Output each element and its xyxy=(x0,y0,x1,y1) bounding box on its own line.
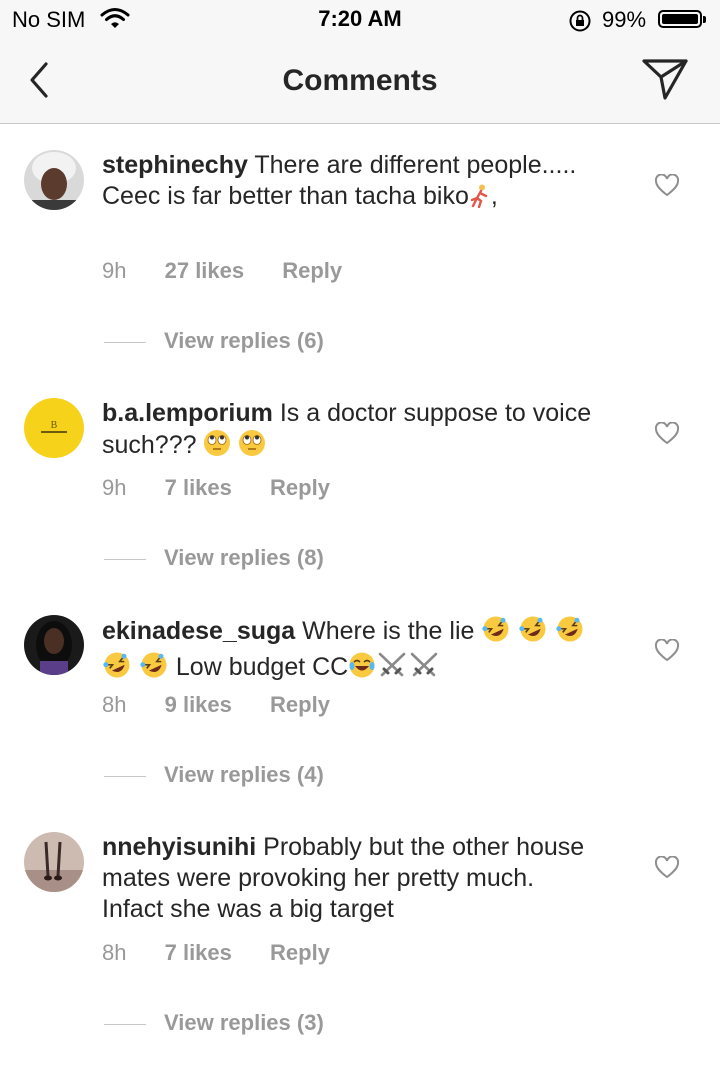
eye-roll-emoji-icon xyxy=(238,429,266,465)
battery-icon xyxy=(658,10,706,28)
comment-text: stephinechy There are different people..… xyxy=(102,150,602,216)
view-replies-label: View replies (3) xyxy=(164,1010,324,1035)
page-title: Comments xyxy=(282,64,438,97)
battery-percent: 99% xyxy=(602,7,647,32)
status-bar: No SIM 7:20 AM 99% xyxy=(0,0,720,40)
divider-line xyxy=(104,775,146,777)
comment-time: 9h xyxy=(102,258,127,283)
divider-line xyxy=(104,1023,146,1025)
view-replies-label: View replies (4) xyxy=(164,762,324,787)
divider-line xyxy=(104,341,146,343)
tears-of-joy-emoji-icon xyxy=(348,651,376,687)
comment-body: Where is the lie xyxy=(302,617,475,645)
view-replies-button[interactable]: View replies (4) xyxy=(104,762,324,788)
crossed-swords-icon xyxy=(376,651,408,687)
eye-roll-emoji-icon xyxy=(203,429,231,465)
reply-button[interactable]: Reply xyxy=(270,475,330,501)
comment-meta: 9h 7 likes Reply xyxy=(102,475,330,501)
avatar[interactable] xyxy=(24,615,84,675)
rofl-emoji-icon xyxy=(102,651,132,687)
comment-meta: 8h 7 likes Reply xyxy=(102,940,330,966)
comment-body-continued: Low budget CC xyxy=(175,653,349,681)
view-replies-button[interactable]: View replies (6) xyxy=(104,328,324,354)
crossed-swords-icon xyxy=(408,651,440,687)
paper-plane-icon[interactable] xyxy=(640,56,690,102)
heart-icon[interactable] xyxy=(654,638,680,663)
avatar[interactable]: B xyxy=(24,398,84,458)
comment-meta: 8h 9 likes Reply xyxy=(102,692,330,718)
likes-link[interactable]: 7 likes xyxy=(165,475,232,501)
comment-text: nnehyisunihi Probably but the other hous… xyxy=(102,832,602,925)
rotation-lock-icon xyxy=(568,9,592,38)
view-replies-label: View replies (8) xyxy=(164,545,324,570)
likes-link[interactable]: 27 likes xyxy=(165,258,245,284)
comment-text: ekinadese_suga Where is the lie Low budg… xyxy=(102,615,602,687)
comment-text: b.a.lemporium Is a doctor suppose to voi… xyxy=(102,398,602,465)
navigation-bar: Comments xyxy=(0,40,720,124)
comment-meta: 9h 27 likes Reply xyxy=(102,258,342,284)
rofl-emoji-icon xyxy=(139,651,169,687)
reply-button[interactable]: Reply xyxy=(270,692,330,718)
rofl-emoji-icon xyxy=(555,615,585,651)
likes-link[interactable]: 9 likes xyxy=(165,692,232,718)
divider-line xyxy=(104,558,146,560)
heart-icon[interactable] xyxy=(654,855,680,880)
rofl-emoji-icon xyxy=(518,615,548,651)
svg-text:B: B xyxy=(51,420,58,431)
heart-icon[interactable] xyxy=(654,421,680,446)
reply-button[interactable]: Reply xyxy=(282,258,342,284)
comment-time: 8h xyxy=(102,692,127,717)
view-replies-button[interactable]: View replies (8) xyxy=(104,545,324,571)
comment-time: 8h xyxy=(102,940,127,965)
avatar[interactable] xyxy=(24,832,84,892)
comment-time: 9h xyxy=(102,475,127,500)
comment-username[interactable]: b.a.lemporium xyxy=(102,399,273,427)
view-replies-button[interactable]: View replies (3) xyxy=(104,1010,324,1036)
heart-icon[interactable] xyxy=(654,173,680,198)
view-replies-label: View replies (6) xyxy=(164,328,324,353)
likes-link[interactable]: 7 likes xyxy=(165,940,232,966)
comment-username[interactable]: ekinadese_suga xyxy=(102,617,295,645)
reply-button[interactable]: Reply xyxy=(270,940,330,966)
comment-username[interactable]: stephinechy xyxy=(102,151,248,179)
rofl-emoji-icon xyxy=(481,615,511,651)
comment-username[interactable]: nnehyisunihi xyxy=(102,833,256,861)
running-emoji-icon xyxy=(469,184,491,216)
avatar[interactable] xyxy=(24,150,84,210)
